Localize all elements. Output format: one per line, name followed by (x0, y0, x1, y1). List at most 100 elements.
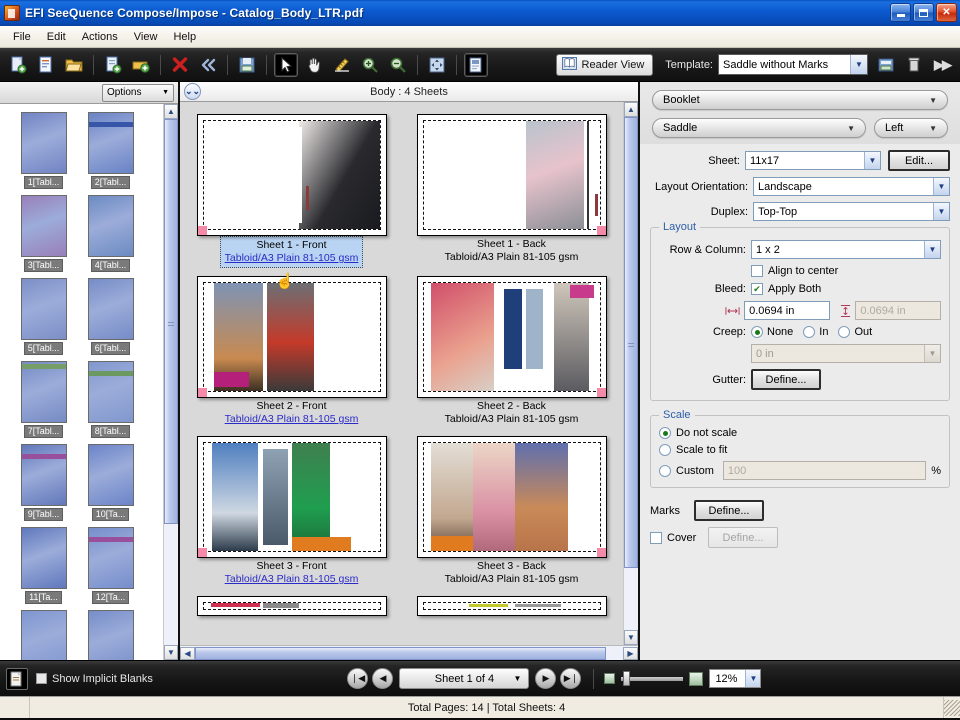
page-thumbnail-item[interactable]: 10[Ta... (77, 444, 144, 521)
scroll-down-icon[interactable]: ▼ (624, 630, 638, 645)
page-thumbnail-image[interactable] (20, 527, 67, 589)
scroll-track[interactable] (195, 646, 623, 660)
first-sheet-icon[interactable]: ❘◀ (347, 668, 369, 689)
scroll-down-icon[interactable]: ▼ (164, 645, 178, 660)
open-job-icon[interactable] (62, 53, 86, 77)
sheets-vertical-scrollbar[interactable]: ▲ ▼ (623, 102, 638, 645)
cover-checkbox[interactable]: Cover (650, 531, 708, 544)
sheet-caption-paper[interactable]: Tabloid/A3 Plain 81-105 gsm (225, 252, 359, 265)
creep-radio-none[interactable]: None (751, 326, 793, 338)
chevron-down-icon[interactable]: ▼ (924, 241, 940, 258)
zoom-out-icon[interactable] (386, 53, 410, 77)
zoom-level-select[interactable]: 12% ▼ (709, 669, 762, 688)
sheet-caption-paper[interactable]: Tabloid/A3 Plain 81-105 gsm (225, 573, 359, 586)
add-page-icon[interactable] (101, 53, 125, 77)
page-thumbnail-item[interactable]: 6[Tabl... (77, 278, 144, 355)
chevron-down-icon[interactable]: ▼ (850, 55, 867, 74)
document-icon[interactable] (6, 667, 28, 690)
options-button[interactable]: Options ▼ (102, 83, 174, 102)
menu-item-actions[interactable]: Actions (74, 29, 126, 45)
gutter-define-button[interactable]: Define... (751, 369, 821, 390)
scroll-track[interactable] (624, 117, 638, 630)
new-job-icon[interactable] (6, 53, 30, 77)
scale-radio-custom[interactable]: Custom 100 % (659, 461, 941, 480)
sheet-back[interactable]: Sheet 1 - Back Tabloid/A3 Plain 81-105 gs… (414, 114, 609, 268)
page-thumbnail-image[interactable] (20, 610, 67, 660)
zoom-large-icon[interactable] (689, 671, 704, 686)
scale-radio-do-not-scale[interactable]: Do not scale (659, 427, 941, 439)
page-thumbnail-image[interactable] (20, 278, 67, 340)
page-thumbnail-item[interactable]: 2[Tabl... (77, 112, 144, 189)
page-thumbnail-item[interactable]: 1[Tabl... (10, 112, 77, 189)
sheet-select[interactable]: 11x17 ▼ (745, 151, 881, 170)
reader-view-button[interactable]: Reader View (555, 53, 654, 76)
chevron-down-icon[interactable]: ▼ (933, 203, 949, 220)
sheet-caption[interactable]: Sheet 3 - Back Tabloid/A3 Plain 81-105 gs… (441, 558, 583, 588)
chevron-double-right-icon[interactable]: ▶▶ (928, 57, 956, 73)
page-thumbnail-item[interactable]: 13[Ta... (10, 610, 77, 660)
sheet-preview[interactable] (416, 596, 607, 616)
creep-radio-out[interactable]: Out (838, 326, 872, 338)
page-thumbnail-item[interactable]: 8[Tabl... (77, 361, 144, 438)
previous-sheet-icon[interactable]: ◀ (372, 668, 394, 689)
scroll-right-icon[interactable]: ▶ (623, 646, 638, 660)
product-type-select[interactable]: Booklet ▼ (652, 90, 948, 110)
sheet-front[interactable] (194, 596, 389, 616)
page-thumbnail-image[interactable] (87, 278, 134, 340)
chevron-double-down-icon[interactable]: ⌄⌄ (184, 83, 201, 100)
sheet-preview[interactable] (416, 436, 607, 558)
resize-grip-icon[interactable] (944, 699, 960, 716)
page-thumbnail-image[interactable] (20, 361, 67, 423)
sheet-caption[interactable]: Sheet 2 - Front Tabloid/A3 Plain 81-105 g… (221, 398, 363, 428)
select-tool-icon[interactable] (274, 52, 298, 77)
sheet-caption[interactable]: Sheet 1 - Back Tabloid/A3 Plain 81-105 gs… (441, 236, 583, 266)
scroll-track[interactable] (164, 119, 178, 645)
page-thumbnail-image[interactable] (87, 112, 134, 174)
measure-tool-icon[interactable] (330, 53, 354, 77)
sheet-front[interactable]: Sheet 3 - Front Tabloid/A3 Plain 81-105 g… (194, 436, 389, 588)
last-sheet-icon[interactable]: ▶❘ (560, 668, 582, 689)
close-button[interactable]: ✕ (936, 3, 957, 22)
sheet-preview[interactable]: ☝ (196, 273, 387, 398)
page-thumbnail-item[interactable]: 12[Ta... (77, 527, 144, 604)
menu-item-edit[interactable]: Edit (39, 29, 74, 45)
page-thumbnail-image[interactable] (87, 527, 134, 589)
page-thumbnail-image[interactable] (20, 444, 67, 506)
bleed-horizontal-input[interactable]: 0.0694 in (744, 301, 830, 320)
sheet-back[interactable]: Sheet 2 - Back Tabloid/A3 Plain 81-105 gs… (414, 276, 609, 428)
add-sheet-icon[interactable] (129, 53, 153, 77)
chevron-down-icon[interactable]: ▼ (514, 674, 522, 683)
sheet-back[interactable]: Sheet 3 - Back Tabloid/A3 Plain 81-105 gs… (414, 436, 609, 588)
duplex-select[interactable]: Top-Top ▼ (753, 202, 950, 221)
scroll-thumb[interactable] (164, 119, 178, 525)
save-icon[interactable] (235, 53, 259, 77)
page-thumbnail-item[interactable]: 7[Tabl... (10, 361, 77, 438)
page-thumbnail-item[interactable]: 3[Tabl... (10, 195, 77, 272)
undo-icon[interactable] (196, 53, 220, 77)
page-thumbnail-image[interactable] (87, 610, 134, 660)
align-to-center-checkbox[interactable]: Align to center (751, 265, 838, 277)
creep-radio-in[interactable]: In (803, 326, 828, 338)
chevron-down-icon[interactable]: ▼ (745, 670, 761, 687)
scroll-up-icon[interactable]: ▲ (164, 104, 178, 119)
maximize-button[interactable] (913, 3, 934, 22)
sheets-horizontal-scrollbar[interactable]: ◀ ▶ (180, 645, 638, 660)
page-thumbnail-item[interactable]: 14[Ta... (77, 610, 144, 660)
scroll-up-icon[interactable]: ▲ (624, 102, 638, 117)
zoom-slider[interactable] (621, 670, 684, 686)
sheet-caption-paper[interactable]: Tabloid/A3 Plain 81-105 gsm (225, 413, 359, 426)
page-thumbnail-image[interactable] (87, 195, 134, 257)
page-thumbnail-item[interactable]: 5[Tabl... (10, 278, 77, 355)
apply-both-checkbox[interactable]: ✔ Apply Both (751, 283, 821, 295)
job-properties-icon[interactable] (34, 53, 58, 77)
scale-radio-scale-to-fit[interactable]: Scale to fit (659, 444, 941, 456)
fit-page-icon[interactable] (425, 53, 449, 77)
marks-define-button[interactable]: Define... (694, 500, 764, 521)
zoom-in-icon[interactable] (358, 53, 382, 77)
menu-item-help[interactable]: Help (165, 29, 204, 45)
menu-item-file[interactable]: File (5, 29, 39, 45)
chevron-down-icon[interactable]: ▼ (933, 178, 949, 195)
delete-icon[interactable] (168, 53, 192, 77)
sheet-selector[interactable]: Sheet 1 of 4 ▼ (399, 668, 530, 689)
sheet-preview[interactable] (196, 436, 387, 558)
